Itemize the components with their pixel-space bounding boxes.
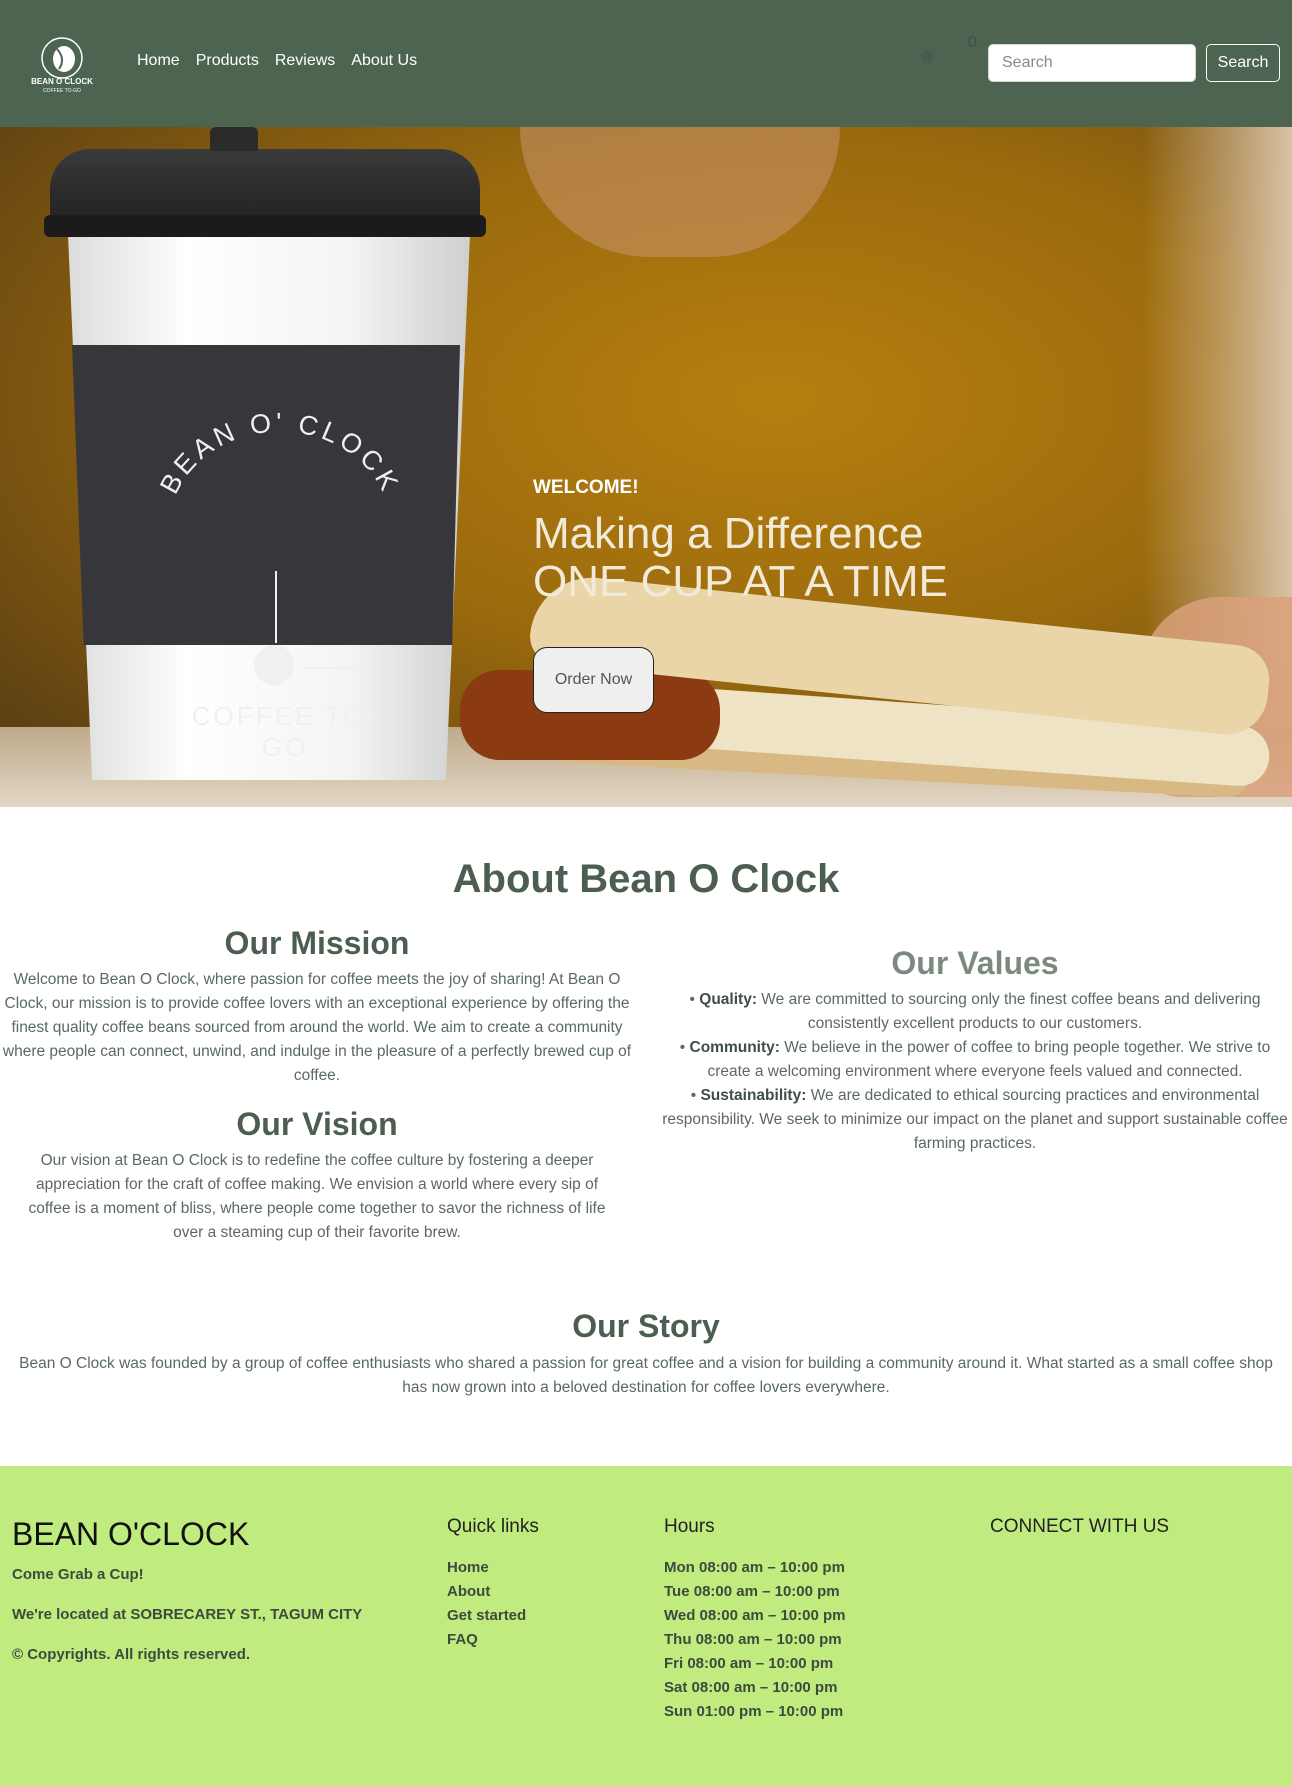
value-community: • Community: We believe in the power of … bbox=[660, 1036, 1290, 1084]
mission-title: Our Mission bbox=[224, 925, 410, 961]
cart-icon[interactable] bbox=[921, 50, 934, 63]
footer: BEAN O'CLOCK Come Grab a Cup! We're loca… bbox=[0, 1466, 1292, 1786]
footer-quick-links: Quick links Home About Get started FAQ bbox=[447, 1516, 539, 1652]
footer-brand: BEAN O'CLOCK bbox=[12, 1516, 250, 1552]
cup-sleeve-arc-text: BEAN O' CLOCK bbox=[160, 407, 400, 497]
cart-count: 0 bbox=[968, 34, 977, 51]
value-label-quality: Quality: bbox=[699, 991, 757, 1008]
cup-clock-hand-up bbox=[275, 571, 277, 643]
about-right-column: Our Values • Quality: We are committed t… bbox=[660, 945, 1290, 1156]
story-text: Bean O Clock was founded by a group of c… bbox=[19, 1355, 1273, 1396]
coffee-cup-lid-top bbox=[210, 127, 258, 151]
search-input[interactable] bbox=[988, 44, 1196, 82]
hours-sun: Sun 01:00 pm – 10:00 pm bbox=[664, 1703, 844, 1720]
svg-text:BEAN O CLOCK: BEAN O CLOCK bbox=[31, 77, 93, 86]
hours-title: Hours bbox=[664, 1516, 715, 1537]
hours-mon: Mon 08:00 am – 10:00 pm bbox=[664, 1559, 845, 1576]
coffee-cup-lid-rim bbox=[44, 215, 486, 237]
footer-link-faq[interactable]: FAQ bbox=[447, 1628, 539, 1652]
cup-clock-hand-right bbox=[306, 667, 368, 669]
order-now-button[interactable]: Order Now bbox=[533, 647, 654, 713]
nav-links: Home Products Reviews About Us bbox=[137, 52, 433, 70]
brand-logo[interactable]: BEAN O CLOCK COFFEE TO-GO bbox=[24, 33, 100, 95]
search-button[interactable]: Search bbox=[1206, 44, 1280, 82]
value-quality: • Quality: We are committed to sourcing … bbox=[660, 988, 1290, 1036]
svg-text:COFFEE TO-GO: COFFEE TO-GO bbox=[43, 88, 81, 94]
nav-link-reviews[interactable]: Reviews bbox=[275, 52, 335, 70]
values-title: Our Values bbox=[891, 945, 1059, 981]
footer-copyright: © Copyrights. All rights reserved. bbox=[12, 1646, 251, 1663]
value-text-community: We believe in the power of coffee to bri… bbox=[707, 1039, 1271, 1080]
coffee-bean-icon bbox=[254, 645, 294, 685]
mission-text: Welcome to Bean O Clock, where passion f… bbox=[2, 971, 632, 1084]
footer-link-get-started[interactable]: Get started bbox=[447, 1604, 539, 1628]
footer-link-about[interactable]: About bbox=[447, 1580, 539, 1604]
value-sustainability: • Sustainability: We are dedicated to et… bbox=[660, 1084, 1290, 1156]
story-title: Our Story bbox=[572, 1308, 720, 1344]
value-bullet: • bbox=[690, 1087, 697, 1104]
nav-link-home[interactable]: Home bbox=[137, 52, 180, 70]
about-heading: About Bean O Clock bbox=[452, 857, 840, 901]
nav-link-products[interactable]: Products bbox=[196, 52, 259, 70]
hero-title-line2: ONE CUP AT A TIME bbox=[533, 557, 948, 607]
hero-welcome: WELCOME! bbox=[533, 477, 639, 498]
hero-title: Making a Difference ONE CUP AT A TIME bbox=[533, 509, 948, 607]
footer-link-home[interactable]: Home bbox=[447, 1556, 539, 1580]
vision-section: Our Vision Our vision at Bean O Clock is… bbox=[0, 1106, 634, 1245]
navbar: BEAN O CLOCK COFFEE TO-GO Home Products … bbox=[0, 0, 1292, 127]
hours-fri: Fri 08:00 am – 10:00 pm bbox=[664, 1655, 834, 1672]
footer-location: We're located at SOBRECAREY ST., TAGUM C… bbox=[12, 1606, 363, 1623]
connect-title: CONNECT WITH US bbox=[990, 1516, 1170, 1537]
footer-connect: CONNECT WITH US bbox=[990, 1516, 1169, 1556]
value-bullet: • bbox=[679, 1039, 686, 1056]
nav-link-about-us[interactable]: About Us bbox=[351, 52, 417, 70]
hours-tue: Tue 08:00 am – 10:00 pm bbox=[664, 1583, 840, 1600]
hero-banner: BEAN O' CLOCK COFFEE TO-GO WELCOME! Maki… bbox=[0, 127, 1292, 807]
footer-tagline: Come Grab a Cup! bbox=[12, 1566, 144, 1583]
hours-wed: Wed 08:00 am – 10:00 pm bbox=[664, 1607, 846, 1624]
value-label-community: Community: bbox=[689, 1039, 780, 1056]
vision-text: Our vision at Bean O Clock is to redefin… bbox=[28, 1152, 606, 1241]
hours-sat: Sat 08:00 am – 10:00 pm bbox=[664, 1679, 838, 1696]
value-text-quality: We are committed to sourcing only the fi… bbox=[761, 991, 1261, 1032]
vision-title: Our Vision bbox=[236, 1106, 398, 1142]
hero-title-line1: Making a Difference bbox=[533, 509, 924, 558]
footer-hours: Hours Mon 08:00 am – 10:00 pm Tue 08:00 … bbox=[664, 1516, 845, 1724]
value-label-sustainability: Sustainability: bbox=[700, 1087, 807, 1104]
value-bullet: • bbox=[689, 991, 695, 1008]
quick-links-title: Quick links bbox=[447, 1516, 539, 1537]
cup-sleeve-bottom-text: COFFEE TO-GO bbox=[191, 701, 379, 762]
svg-text:BEAN O' CLOCK: BEAN O' CLOCK bbox=[160, 407, 400, 497]
hours-thu: Thu 08:00 am – 10:00 pm bbox=[664, 1631, 842, 1648]
about-left-column: Our Mission Welcome to Bean O Clock, whe… bbox=[0, 925, 634, 1245]
hero-background-person bbox=[520, 127, 840, 257]
